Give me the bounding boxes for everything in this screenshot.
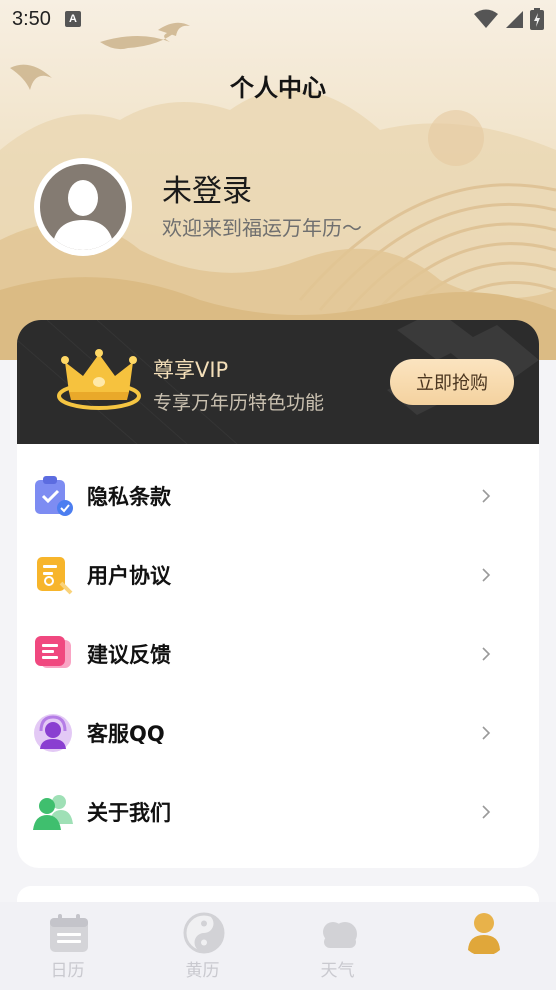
buy-vip-button[interactable]: 立即抢购: [390, 359, 514, 405]
chevron-right-icon: [482, 488, 491, 503]
menu-label: 客服QQ: [87, 721, 165, 746]
feedback-message-icon: [35, 635, 71, 668]
vip-subtitle: 专享万年历特色功能: [153, 392, 325, 414]
menu-label: 隐私条款: [87, 484, 171, 509]
menu-item-agreement[interactable]: 用户协议: [17, 535, 539, 614]
tab-almanac[interactable]: 黄历: [135, 902, 270, 990]
notification-badge: A: [64, 11, 81, 27]
menu-item-privacy[interactable]: 隐私条款: [17, 456, 539, 535]
chevron-right-icon: [482, 646, 491, 661]
tab-calendar[interactable]: 日历: [0, 902, 135, 990]
customer-service-icon: [34, 713, 72, 752]
username[interactable]: 未登录: [162, 166, 252, 210]
about-people-icon: [33, 794, 73, 830]
battery-icon: [530, 8, 544, 30]
page-title: 个人中心: [230, 74, 326, 102]
agreement-document-icon: [37, 556, 73, 594]
privacy-clipboard-icon: [35, 475, 73, 516]
menu-label: 关于我们: [87, 800, 171, 825]
menu-label: 建议反馈: [87, 642, 171, 667]
tab-weather[interactable]: 天气: [270, 902, 405, 990]
welcome-text: 欢迎来到福运万年历～: [162, 216, 362, 240]
vip-card[interactable]: 尊享VIP 专享万年历特色功能 立即抢购: [17, 320, 539, 444]
chevron-right-icon: [482, 725, 491, 740]
menu-item-feedback[interactable]: 建议反馈: [17, 614, 539, 693]
status-bar: 3:50 A: [0, 0, 556, 38]
yin-yang-icon: [183, 912, 225, 954]
bottom-nav: 日历 黄历 天气: [0, 902, 556, 990]
tab-profile[interactable]: [405, 902, 556, 990]
calendar-icon: [50, 914, 88, 952]
menu-label: 用户协议: [87, 563, 171, 588]
chevron-right-icon: [482, 567, 491, 582]
chevron-right-icon: [482, 804, 491, 819]
avatar[interactable]: [34, 158, 132, 256]
crown-icon: [57, 349, 141, 410]
person-icon: [468, 913, 500, 954]
menu-item-about[interactable]: 关于我们: [17, 772, 539, 851]
nav-label: 天气: [320, 961, 355, 981]
cloud-icon: [323, 922, 357, 948]
nav-label: 黄历: [185, 961, 220, 981]
signal-icon: [506, 11, 523, 28]
menu-list: 隐私条款 用户协议 建议反馈 客服QQ 关于我们: [17, 444, 539, 868]
vip-title: 尊享VIP: [153, 358, 229, 382]
default-user-icon: [52, 180, 114, 250]
nav-label: 日历: [50, 961, 85, 981]
menu-item-customer-service[interactable]: 客服QQ: [17, 693, 539, 772]
wifi-icon: [474, 9, 498, 28]
status-time: 3:50: [12, 7, 51, 30]
